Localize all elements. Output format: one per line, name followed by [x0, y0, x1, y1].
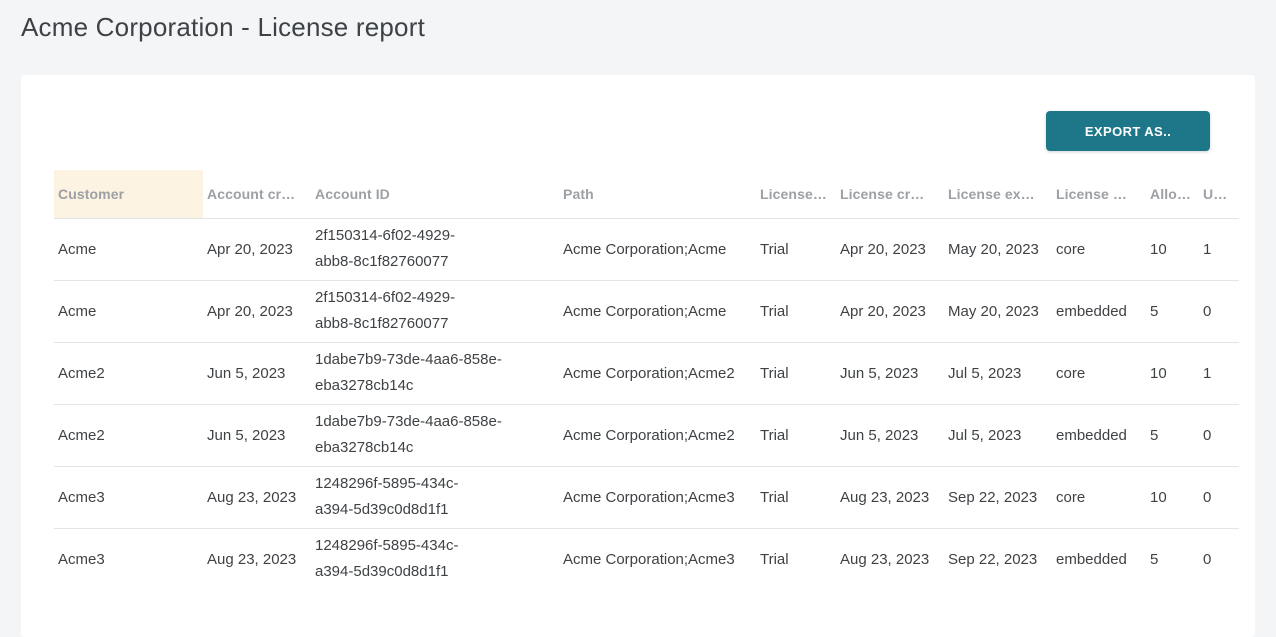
- cell-used: 0: [1199, 466, 1239, 528]
- cell-license_type: Trial: [756, 466, 836, 528]
- cell-license_model: embedded: [1052, 280, 1146, 342]
- cell-license_model: core: [1052, 466, 1146, 528]
- column-header-allowed[interactable]: Allo…: [1146, 170, 1199, 218]
- cell-path: Acme Corporation;Acme2: [559, 404, 756, 466]
- table-row: Acme3Aug 23, 20231248296f-5895-434c- a39…: [54, 528, 1239, 590]
- cell-license_expires: Sep 22, 2023: [944, 466, 1052, 528]
- table-row: AcmeApr 20, 20232f150314-6f02-4929- abb8…: [54, 280, 1239, 342]
- column-header-path[interactable]: Path: [559, 170, 756, 218]
- cell-customer: Acme: [54, 280, 203, 342]
- cell-customer: Acme: [54, 218, 203, 280]
- cell-path: Acme Corporation;Acme3: [559, 466, 756, 528]
- export-as-button[interactable]: EXPORT AS..: [1046, 111, 1210, 151]
- cell-path: Acme Corporation;Acme: [559, 218, 756, 280]
- cell-account_id: 1dabe7b9-73de-4aa6-858e- eba3278cb14c: [311, 342, 559, 404]
- cell-allowed: 5: [1146, 528, 1199, 590]
- cell-license_created: Jun 5, 2023: [836, 342, 944, 404]
- cell-license_created: Aug 23, 2023: [836, 466, 944, 528]
- cell-license_expires: May 20, 2023: [944, 218, 1052, 280]
- cell-license_expires: Sep 22, 2023: [944, 528, 1052, 590]
- cell-license_type: Trial: [756, 218, 836, 280]
- cell-license_model: core: [1052, 342, 1146, 404]
- table-header-row: CustomerAccount cr…Account IDPathLicense…: [54, 170, 1239, 218]
- cell-license_type: Trial: [756, 528, 836, 590]
- cell-allowed: 5: [1146, 404, 1199, 466]
- cell-license_type: Trial: [756, 342, 836, 404]
- license-table: CustomerAccount cr…Account IDPathLicense…: [54, 170, 1239, 590]
- column-header-license_created[interactable]: License cr…: [836, 170, 944, 218]
- cell-license_model: embedded: [1052, 528, 1146, 590]
- cell-license_type: Trial: [756, 404, 836, 466]
- cell-license_created: Apr 20, 2023: [836, 280, 944, 342]
- cell-allowed: 10: [1146, 342, 1199, 404]
- cell-used: 1: [1199, 342, 1239, 404]
- toolbar: EXPORT AS..: [21, 75, 1255, 151]
- column-header-used[interactable]: U…: [1199, 170, 1239, 218]
- cell-license_model: core: [1052, 218, 1146, 280]
- cell-account_created: Jun 5, 2023: [203, 342, 311, 404]
- column-header-license_type[interactable]: License…: [756, 170, 836, 218]
- cell-used: 1: [1199, 218, 1239, 280]
- report-card: EXPORT AS.. CustomerAccount cr…Account I…: [21, 75, 1255, 637]
- cell-customer: Acme2: [54, 342, 203, 404]
- column-header-license_expires[interactable]: License ex…: [944, 170, 1052, 218]
- cell-account_created: Jun 5, 2023: [203, 404, 311, 466]
- cell-account_id: 1248296f-5895-434c- a394-5d39c0d8d1f1: [311, 528, 559, 590]
- column-header-account_id[interactable]: Account ID: [311, 170, 559, 218]
- cell-account_id: 1dabe7b9-73de-4aa6-858e- eba3278cb14c: [311, 404, 559, 466]
- cell-used: 0: [1199, 528, 1239, 590]
- cell-allowed: 5: [1146, 280, 1199, 342]
- cell-license_model: embedded: [1052, 404, 1146, 466]
- cell-customer: Acme3: [54, 528, 203, 590]
- cell-used: 0: [1199, 280, 1239, 342]
- cell-license_type: Trial: [756, 280, 836, 342]
- cell-path: Acme Corporation;Acme3: [559, 528, 756, 590]
- table-row: Acme3Aug 23, 20231248296f-5895-434c- a39…: [54, 466, 1239, 528]
- cell-allowed: 10: [1146, 466, 1199, 528]
- column-header-license_model[interactable]: License …: [1052, 170, 1146, 218]
- table-row: Acme2Jun 5, 20231dabe7b9-73de-4aa6-858e-…: [54, 404, 1239, 466]
- cell-account_created: Apr 20, 2023: [203, 280, 311, 342]
- cell-account_created: Apr 20, 2023: [203, 218, 311, 280]
- cell-customer: Acme2: [54, 404, 203, 466]
- cell-account_created: Aug 23, 2023: [203, 528, 311, 590]
- cell-license_expires: Jul 5, 2023: [944, 342, 1052, 404]
- cell-path: Acme Corporation;Acme2: [559, 342, 756, 404]
- cell-account_created: Aug 23, 2023: [203, 466, 311, 528]
- table-row: AcmeApr 20, 20232f150314-6f02-4929- abb8…: [54, 218, 1239, 280]
- cell-account_id: 2f150314-6f02-4929- abb8-8c1f82760077: [311, 280, 559, 342]
- column-header-account_created[interactable]: Account cr…: [203, 170, 311, 218]
- cell-license_created: Aug 23, 2023: [836, 528, 944, 590]
- cell-account_id: 1248296f-5895-434c- a394-5d39c0d8d1f1: [311, 466, 559, 528]
- cell-license_expires: May 20, 2023: [944, 280, 1052, 342]
- cell-license_created: Apr 20, 2023: [836, 218, 944, 280]
- cell-customer: Acme3: [54, 466, 203, 528]
- table-row: Acme2Jun 5, 20231dabe7b9-73de-4aa6-858e-…: [54, 342, 1239, 404]
- cell-account_id: 2f150314-6f02-4929- abb8-8c1f82760077: [311, 218, 559, 280]
- cell-path: Acme Corporation;Acme: [559, 280, 756, 342]
- cell-used: 0: [1199, 404, 1239, 466]
- cell-license_created: Jun 5, 2023: [836, 404, 944, 466]
- cell-license_expires: Jul 5, 2023: [944, 404, 1052, 466]
- column-header-customer[interactable]: Customer: [54, 170, 203, 218]
- cell-allowed: 10: [1146, 218, 1199, 280]
- page-title: Acme Corporation - License report: [0, 0, 1276, 45]
